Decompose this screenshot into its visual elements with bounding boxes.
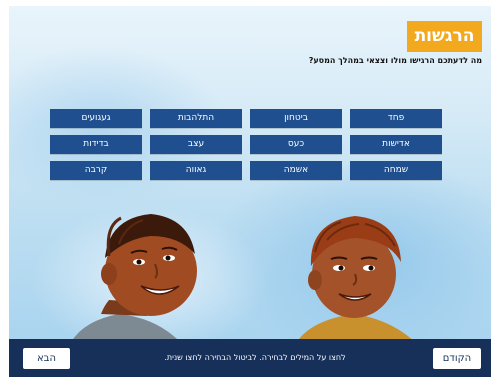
word-button-guilt[interactable]: אשמה bbox=[250, 161, 342, 180]
word-button-loneliness[interactable]: בדידות bbox=[50, 135, 142, 154]
activity-scene: הרגשות מה לדעתכם הרגישו מולו וצצאי במהלך… bbox=[9, 6, 491, 342]
emotion-word-grid: פחד ביטחון התלהבות געגועים אדישות כעס עצ… bbox=[50, 109, 442, 180]
children-illustration bbox=[71, 214, 415, 342]
navigation-bar: הבא לחצו על המילים לבחירה. לביטול הבחירה… bbox=[9, 339, 491, 377]
word-button-sadness[interactable]: עצב bbox=[150, 135, 242, 154]
word-button-anger[interactable]: כעס bbox=[250, 135, 342, 154]
question-text: מה לדעתכם הרגישו מולו וצצאי במהלך המסע? bbox=[308, 56, 482, 65]
word-button-longing[interactable]: געגועים bbox=[50, 109, 142, 128]
word-button-fear[interactable]: פחד bbox=[350, 109, 442, 128]
word-button-joy[interactable]: שמחה bbox=[350, 161, 442, 180]
word-button-closeness[interactable]: קרבה bbox=[50, 161, 142, 180]
left-child-figure bbox=[71, 214, 197, 342]
instructions-text: לחצו על המילים לבחירה. לביטול הבחירה לחצ… bbox=[164, 353, 346, 362]
right-child-figure bbox=[296, 216, 415, 342]
page-title: הרגשות bbox=[407, 21, 482, 52]
page-frame: הרגשות מה לדעתכם הרגישו מולו וצצאי במהלך… bbox=[0, 0, 499, 379]
word-button-pride[interactable]: גאווה bbox=[150, 161, 242, 180]
next-button[interactable]: הבא bbox=[23, 348, 70, 369]
word-button-excitement[interactable]: התלהבות bbox=[150, 109, 242, 128]
word-button-indifference[interactable]: אדישות bbox=[350, 135, 442, 154]
word-button-confidence[interactable]: ביטחון bbox=[250, 109, 342, 128]
previous-button[interactable]: הקודם bbox=[433, 348, 481, 369]
